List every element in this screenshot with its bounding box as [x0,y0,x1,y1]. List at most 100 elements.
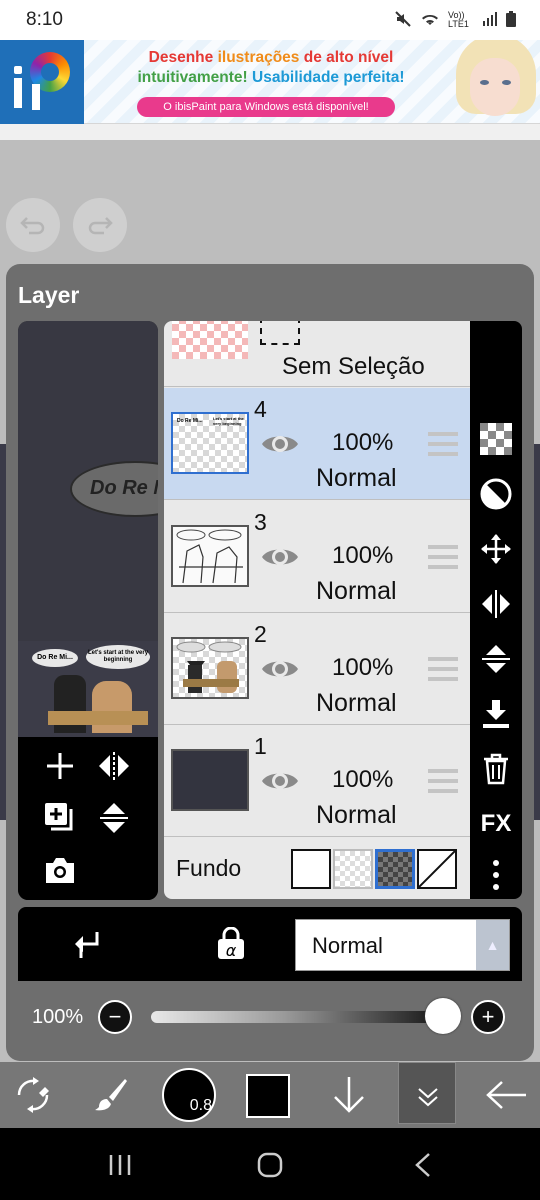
brush-icon [95,1079,127,1111]
main-toolbar: 0.8 [0,1062,540,1128]
battery-icon [506,10,516,30]
layer-number: 4 [254,396,267,422]
canvas-top-strip [0,124,540,140]
layer-preview: Do Re M Do Re Mi... Let's start at the v… [18,321,158,900]
flip-horizontal-icon [482,590,510,618]
checkerboard-icon [480,423,512,455]
duplicate-layer-button[interactable] [39,797,81,839]
background-transparent-option[interactable] [333,849,373,889]
thumb-bubble-2: Let's start at the very beginning [86,645,150,669]
undo-icon [20,217,45,235]
slash-icon [418,850,456,888]
move-button[interactable] [480,533,512,565]
ad-headline-2: intuitivamente! Usabilidade perfeita! [137,69,405,86]
background-white-option[interactable] [291,849,331,889]
layer-row-4[interactable]: Do Re Mi... Let's start at the very begi… [164,388,470,500]
redo-button[interactable] [73,198,127,252]
chevron-up-icon: ▲ [476,920,509,970]
brush-size-button[interactable]: 0.8 [162,1068,216,1122]
flip-layer-vertical-button[interactable] [480,643,512,675]
home-icon[interactable] [255,1150,285,1180]
opacity-slider-knob[interactable] [425,998,461,1034]
selection-layer-row[interactable]: Sem Seleção [164,321,470,387]
color-picker-button[interactable] [246,1074,290,1118]
drag-handle-icon[interactable] [428,545,458,569]
collapse-panel-button[interactable] [398,1062,456,1124]
drag-handle-icon[interactable] [428,769,458,793]
plus-icon [47,753,73,779]
layer-blend-mode: Normal [316,577,397,605]
undo-button[interactable] [6,198,60,252]
selection-thumbnail [172,321,248,359]
layer-thumbnail: Do Re Mi... Let's start at the very begi… [171,412,249,474]
layer-row-1[interactable]: 1 100% Normal [164,725,470,837]
camera-button[interactable] [39,849,81,891]
layer-row-2[interactable]: 2 100% Normal [164,613,470,725]
delete-layer-button[interactable] [480,753,512,785]
flip-layer-horizontal-button[interactable] [480,588,512,620]
visibility-toggle[interactable] [260,424,300,464]
background-row: Fundo [164,835,470,899]
layer-tools [18,737,158,900]
selection-label: Sem Seleção [282,353,425,380]
brush-tool-button[interactable] [86,1062,136,1128]
network-label: Vo)) LTE1 [448,10,469,29]
back-button[interactable] [480,1062,532,1128]
layer-opacity: 100% [332,542,394,569]
opacity-slider-row: 100% − + [18,981,522,1051]
blend-mode-value: Normal [312,933,383,958]
layer-list: Sem Seleção Do Re Mi... Let's start at t… [164,321,470,899]
mute-icon [394,10,412,31]
blend-mode-select[interactable]: Normal ▲ [295,919,510,971]
layer-panel: Layer Do Re M Do Re Mi... Let's start at… [6,264,534,1061]
duplicate-icon [45,803,73,831]
opacity-slider-track[interactable] [151,1011,447,1023]
merge-down-button[interactable] [480,698,512,730]
visibility-toggle[interactable] [260,537,300,577]
add-layer-button[interactable] [39,745,81,787]
tool-switch-icon [17,1077,49,1113]
layer-thumbnail [171,749,249,811]
background-dark-option[interactable] [375,849,415,889]
flip-horizontal-button[interactable] [93,745,135,787]
panel-title: Layer [18,282,80,308]
opacity-decrease-button[interactable]: − [98,1000,132,1034]
layer-down-button[interactable] [324,1062,374,1128]
ad-pill[interactable]: O ibisPaint para Windows está disponível… [137,97,395,117]
flip-vertical-button[interactable] [93,797,135,839]
clipping-button[interactable] [66,923,108,965]
drag-handle-icon[interactable] [428,432,458,456]
status-time: 8:10 [26,9,63,30]
move-arrows-icon [481,534,511,564]
canvas-thumbnail[interactable]: Do Re Mi... Let's start at the very begi… [18,641,158,737]
thumb-text: Let's start at the very beginning [213,416,244,426]
eye-icon [262,661,298,677]
drag-handle-icon[interactable] [428,657,458,681]
ibispaint-logo-icon [0,40,84,124]
recent-apps-icon[interactable] [105,1150,135,1180]
camera-icon [46,858,74,883]
fx-button[interactable]: FX [480,808,512,840]
layer-row-3[interactable]: 3 100% Normal [164,501,470,613]
redo-icon [88,217,113,235]
opacity-increase-button[interactable]: + [471,1000,505,1034]
arrow-left-icon [486,1081,526,1109]
system-back-icon[interactable] [408,1150,438,1180]
arrow-down-icon [334,1077,364,1113]
thumb-bubble-1: Do Re Mi... [32,649,78,667]
visibility-toggle[interactable] [260,761,300,801]
status-icons: Vo)) LTE1 [394,10,516,31]
alpha-lock-button[interactable]: α [210,923,252,965]
signal-icon [482,11,498,29]
more-options-icon[interactable] [480,859,512,891]
clip-button[interactable] [480,478,512,510]
transparency-button[interactable] [480,423,512,455]
visibility-toggle[interactable] [260,649,300,689]
tool-selection-button[interactable] [8,1062,58,1128]
background-label: Fundo [176,855,242,881]
eye-icon [262,549,298,565]
background-none-option[interactable] [417,849,457,889]
clip-arrow-icon [75,932,99,958]
ad-banner[interactable]: Desenhe ilustrações de alto nível intuit… [0,40,540,124]
trash-icon [484,753,508,785]
